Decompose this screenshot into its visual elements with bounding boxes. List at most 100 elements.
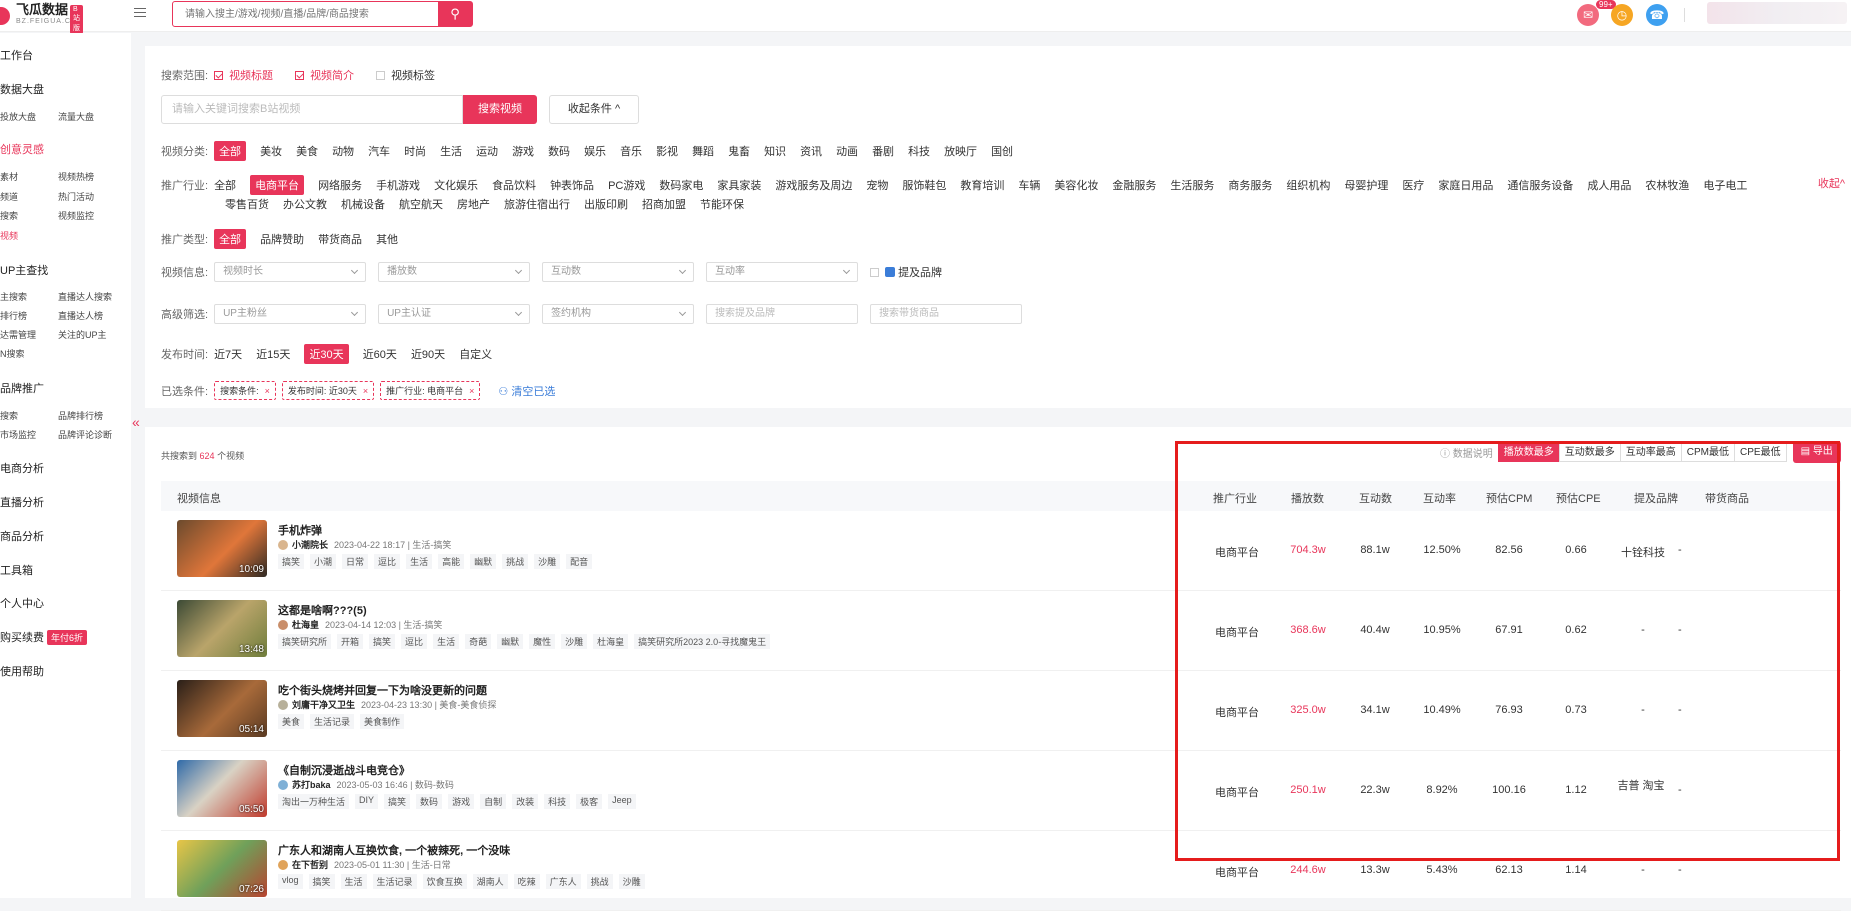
video-tag[interactable]: 生活记录	[310, 714, 355, 729]
industry-option[interactable]: 食品饮料	[492, 177, 536, 193]
video-tag[interactable]: 逗比	[374, 554, 401, 569]
video-tag[interactable]: 饮食互换	[422, 874, 467, 889]
industry-option[interactable]: 电子电工	[1703, 177, 1747, 193]
industry-option[interactable]: 节能环保	[700, 196, 744, 212]
industry-option[interactable]: 金融服务	[1112, 177, 1156, 193]
video-tag[interactable]: 搞笑	[384, 794, 411, 809]
industry-option[interactable]: 成人用品	[1587, 177, 1631, 193]
video-tag[interactable]: 幽默	[470, 554, 497, 569]
logo[interactable]: 飞瓜数据 BZ.FEIGUA.CN B站版	[0, 3, 83, 34]
industry-option[interactable]: 生活服务	[1170, 177, 1214, 193]
industry-option[interactable]: 网络服务	[318, 177, 362, 193]
video-tag[interactable]: 生活	[340, 874, 367, 889]
industry-option[interactable]: 电商平台	[250, 175, 305, 195]
plays-select[interactable]: 播放数	[378, 262, 531, 282]
sidebar-item-goods[interactable]: 商品分析	[0, 528, 44, 544]
industry-option[interactable]: 宠物	[866, 177, 888, 193]
video-tag[interactable]: 高能	[438, 554, 465, 569]
industry-option[interactable]: 钟表饰品	[550, 177, 594, 193]
sidebar-sub-item[interactable]: 直播达人搜索	[58, 290, 112, 303]
sidebar-collapse-icon[interactable]: «	[132, 414, 140, 430]
industry-option[interactable]: 美容化妆	[1054, 177, 1098, 193]
video-tag[interactable]: 搞笑	[308, 874, 335, 889]
category-option[interactable]: 汽车	[368, 143, 390, 159]
sidebar-item-live[interactable]: 直播分析	[0, 494, 44, 510]
user-account[interactable]	[1707, 2, 1847, 24]
video-thumbnail[interactable]: 05:50	[177, 760, 267, 817]
industry-option[interactable]: 母婴护理	[1344, 177, 1388, 193]
video-tag[interactable]: 搞笑研究所2023 2.0-寻找魔鬼王	[634, 634, 771, 649]
close-icon[interactable]: ×	[469, 386, 474, 396]
interact-rate-select[interactable]: 互动率	[706, 262, 859, 282]
category-option[interactable]: 游戏	[512, 143, 534, 159]
category-option[interactable]: 运动	[476, 143, 498, 159]
category-option[interactable]: 动物	[332, 143, 354, 159]
category-option[interactable]: 国创	[991, 143, 1013, 159]
collapse-conditions-button[interactable]: 收起条件 ^	[549, 95, 639, 124]
condition-chip[interactable]: 搜索条件: ×	[214, 381, 276, 400]
category-option[interactable]: 鬼畜	[728, 143, 750, 159]
video-tag[interactable]: 自制	[480, 794, 507, 809]
industry-option[interactable]: 零售百货	[225, 196, 269, 212]
sidebar-sub-item[interactable]: 品牌排行榜	[58, 409, 103, 422]
sidebar-sub-item[interactable]: 热门活动	[58, 190, 94, 203]
video-thumbnail[interactable]: 10:09	[177, 520, 267, 577]
promo-option[interactable]: 品牌赞助	[260, 231, 304, 247]
category-option[interactable]: 动画	[836, 143, 858, 159]
industry-option[interactable]: 组织机构	[1286, 177, 1330, 193]
video-tag[interactable]: 挑战	[586, 874, 613, 889]
video-title[interactable]: 吃个街头烧烤并回复一下为啥没更新的问题	[278, 682, 487, 698]
video-tag[interactable]: 广东人	[545, 874, 581, 889]
video-tag[interactable]: 游戏	[448, 794, 475, 809]
video-tag[interactable]: 生活	[433, 634, 460, 649]
brand-mention-checkbox[interactable]: 提及品牌	[870, 264, 942, 280]
time-option[interactable]: 近7天	[214, 346, 242, 362]
sidebar-item-up-search[interactable]: UP主查找	[0, 262, 48, 278]
time-option[interactable]: 近30天	[304, 344, 349, 364]
video-tag[interactable]: 开箱	[337, 634, 364, 649]
industry-option[interactable]: 家庭日用品	[1438, 177, 1493, 193]
sidebar-sub-item[interactable]: 频道	[0, 190, 18, 203]
close-icon[interactable]: ×	[363, 386, 368, 396]
industry-option[interactable]: 出版印刷	[584, 196, 628, 212]
industry-option[interactable]: PC游戏	[608, 177, 645, 193]
sidebar-item-toolbox[interactable]: 工具箱	[0, 562, 33, 578]
promo-option[interactable]: 其他	[376, 231, 398, 247]
industry-option[interactable]: 机械设备	[341, 196, 385, 212]
video-tag[interactable]: 美食制作	[360, 714, 405, 729]
video-tag[interactable]: 湖南人	[472, 874, 508, 889]
industry-option[interactable]: 航空航天	[399, 196, 443, 212]
video-tag[interactable]: 挑战	[502, 554, 529, 569]
goods-search-input[interactable]: 搜索带货商品	[870, 304, 1023, 324]
hamburger-menu-icon[interactable]	[134, 8, 146, 20]
industry-option[interactable]: 手机游戏	[376, 177, 420, 193]
industry-option[interactable]: 招商加盟	[642, 196, 686, 212]
video-tag[interactable]: 沙雕	[561, 634, 588, 649]
top-search-button[interactable]: ⚲	[438, 2, 472, 26]
category-option[interactable]: 影视	[656, 143, 678, 159]
keyword-input[interactable]: 请输入关键词搜索B站视频	[161, 95, 463, 124]
cell-brand[interactable]: -	[1613, 864, 1673, 876]
scope-checkbox-tags[interactable]: 视频标签	[376, 67, 435, 83]
condition-chip[interactable]: 推广行业: 电商平台 ×	[380, 381, 481, 400]
video-tag[interactable]: 逗比	[401, 634, 428, 649]
video-tag[interactable]: DIY	[355, 794, 379, 809]
video-tag[interactable]: 吃辣	[513, 874, 540, 889]
avatar[interactable]	[278, 779, 288, 790]
sidebar-item-brand[interactable]: 品牌推广	[0, 380, 44, 396]
sidebar-sub-item[interactable]: 排行榜	[0, 309, 27, 322]
sidebar-sub-item[interactable]: 关注的UP主	[58, 328, 107, 341]
industry-option[interactable]: 文化娱乐	[434, 177, 478, 193]
scope-checkbox-title[interactable]: 视频标题	[214, 67, 273, 83]
video-tag[interactable]: 搞笑	[278, 554, 305, 569]
industry-option[interactable]: 数码家电	[659, 177, 703, 193]
video-tag[interactable]: 科技	[544, 794, 571, 809]
top-search-input[interactable]	[173, 2, 435, 26]
headset-icon[interactable]: ☎	[1646, 4, 1668, 26]
category-option[interactable]: 番剧	[872, 143, 894, 159]
video-title[interactable]: 手机炸弹	[278, 522, 322, 538]
sidebar-sub-item[interactable]: 搜索	[0, 409, 18, 422]
clear-conditions-button[interactable]: ⚇ 清空已选	[498, 383, 555, 399]
time-option[interactable]: 自定义	[459, 346, 492, 362]
video-tag[interactable]: 幽默	[497, 634, 524, 649]
